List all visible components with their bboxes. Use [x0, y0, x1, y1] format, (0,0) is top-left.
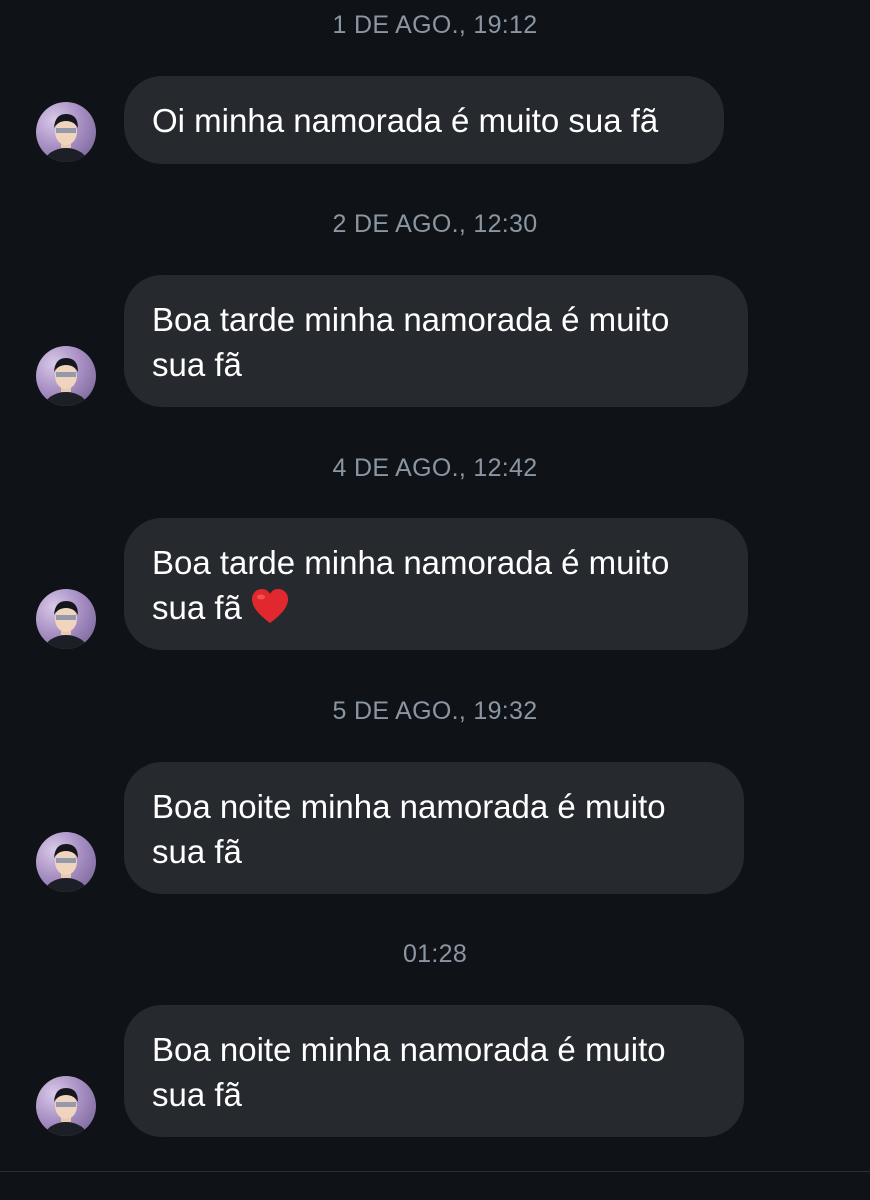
sender-avatar[interactable]	[36, 589, 96, 649]
message-text-line-with-emoji: sua fã	[152, 585, 720, 636]
message-timestamp: 2 DE AGO., 12:30	[332, 210, 538, 238]
composer-divider	[0, 1171, 870, 1172]
message-text-line: sua fã	[152, 833, 242, 870]
message-bubble[interactable]: Boa tarde minha namorada é muito sua fã	[124, 518, 748, 650]
message-text-line: Boa tarde minha namorada é muito	[152, 301, 670, 338]
heart-icon	[250, 587, 290, 636]
message-text-line: sua fã	[152, 346, 242, 383]
message-timestamp: 4 DE AGO., 12:42	[332, 454, 538, 482]
sender-avatar[interactable]	[36, 102, 96, 162]
message-text-line: Boa noite minha namorada é muito	[152, 788, 666, 825]
avatar-person-icon	[44, 601, 88, 649]
sender-avatar[interactable]	[36, 832, 96, 892]
message-timestamp: 5 DE AGO., 19:32	[332, 697, 538, 725]
message-text-line: Boa noite minha namorada é muito	[152, 1031, 666, 1068]
message-text-line: sua fã	[152, 589, 242, 626]
sender-avatar[interactable]	[36, 1076, 96, 1136]
message-bubble[interactable]: Oi minha namorada é muito sua fã	[124, 76, 724, 164]
avatar-person-icon	[44, 358, 88, 406]
message-text: Oi minha namorada é muito sua fã	[152, 102, 659, 139]
message-timestamp: 01:28	[402, 940, 468, 968]
message-text-line: sua fã	[152, 1076, 242, 1113]
message-bubble[interactable]: Boa noite minha namorada é muito sua fã	[124, 762, 744, 894]
message-text-line: Boa tarde minha namorada é muito	[152, 544, 670, 581]
avatar-person-icon	[44, 844, 88, 892]
message-timestamp: 1 DE AGO., 19:12	[332, 11, 538, 39]
sender-avatar[interactable]	[36, 346, 96, 406]
message-bubble[interactable]: Boa tarde minha namorada é muito sua fã	[124, 275, 748, 407]
avatar-person-icon	[44, 1088, 88, 1136]
message-bubble[interactable]: Boa noite minha namorada é muito sua fã	[124, 1005, 744, 1137]
avatar-person-icon	[44, 114, 88, 162]
